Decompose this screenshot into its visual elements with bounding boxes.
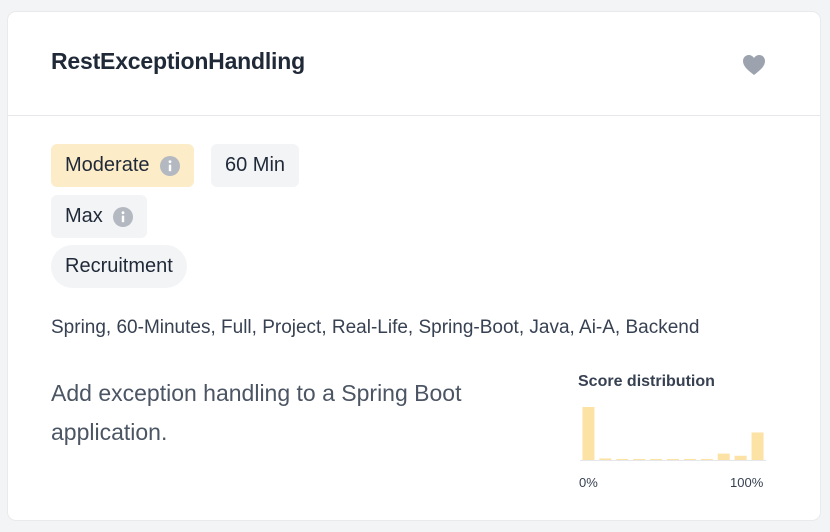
- difficulty-badge: Moderate: [51, 144, 194, 187]
- score-bar-30pct: [633, 458, 646, 460]
- category-tag[interactable]: Recruitment: [51, 245, 187, 288]
- tags-list: Spring, 60-Minutes, Full, Project, Real-…: [51, 317, 700, 338]
- category-tag-label: Recruitment: [65, 255, 173, 277]
- scoring-badge: Max: [51, 195, 147, 238]
- score-bar-10pct: [599, 458, 612, 460]
- score-distribution: Score distribution 0% 100%: [578, 371, 778, 501]
- challenge-card[interactable]: RestExceptionHandling Moderate 60 Min Ma…: [8, 12, 820, 520]
- score-bar-100pct: [751, 432, 764, 460]
- score-bar-60pct: [683, 458, 696, 460]
- challenge-description: Add exception handling to a Spring Boot …: [51, 380, 462, 445]
- score-distribution-chart: [580, 407, 766, 461]
- scoring-label: Max: [65, 205, 103, 227]
- duration-label: 60 Min: [225, 154, 286, 176]
- duration-badge: 60 Min: [211, 144, 300, 187]
- info-icon[interactable]: [159, 155, 180, 176]
- score-bar-0pct: [582, 407, 595, 460]
- score-bar-50pct: [667, 458, 679, 460]
- score-bar-80pct: [717, 453, 730, 460]
- score-max-label: 100%: [730, 475, 764, 490]
- score-bar-90pct: [734, 455, 747, 460]
- challenge-title: RestExceptionHandling: [51, 48, 305, 74]
- info-icon[interactable]: [112, 206, 133, 227]
- score-distribution-title: Score distribution: [578, 373, 715, 390]
- score-bar-20pct: [616, 458, 629, 460]
- score-bar-40pct: [650, 458, 663, 460]
- score-min-label: 0%: [579, 475, 598, 490]
- heart-icon[interactable]: [742, 54, 766, 76]
- difficulty-label: Moderate: [65, 154, 150, 176]
- score-bar-70pct: [700, 458, 713, 460]
- card-header: RestExceptionHandling: [8, 12, 820, 116]
